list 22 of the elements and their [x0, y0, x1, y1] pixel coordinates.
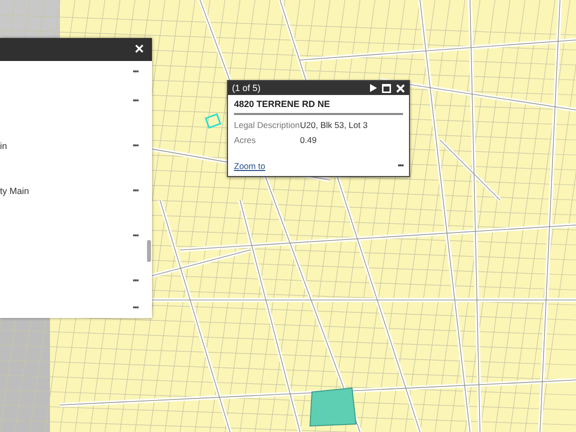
result-title[interactable]: in [0, 141, 8, 151]
field-value: 0.49 [300, 135, 318, 145]
more-button[interactable]: ••• [398, 161, 403, 171]
close-button[interactable]: × [132, 42, 146, 58]
more-button[interactable]: ••• [132, 67, 138, 77]
more-button[interactable]: ••• [132, 96, 138, 106]
more-button[interactable]: ••• [132, 141, 138, 151]
close-icon[interactable] [396, 84, 405, 92]
maximize-icon[interactable] [382, 84, 391, 92]
field-label: Legal Description [234, 120, 300, 130]
more-button[interactable]: ••• [132, 303, 138, 313]
scrollbar-thumb[interactable] [147, 240, 151, 262]
more-button[interactable]: ••• [132, 276, 138, 286]
popup-counter: (1 of 5) [232, 83, 261, 93]
more-button[interactable]: ••• [132, 186, 138, 196]
field-value: U20, Blk 53, Lot 3 [300, 120, 369, 130]
more-button[interactable]: ••• [132, 231, 138, 241]
result-title[interactable]: ty Main [0, 186, 30, 196]
zoom-to-link[interactable]: Zoom to [234, 161, 266, 171]
next-icon[interactable] [370, 84, 377, 92]
popup-title: 4820 TERRENE RD NE [234, 99, 403, 115]
field-label: Acres [234, 135, 257, 145]
